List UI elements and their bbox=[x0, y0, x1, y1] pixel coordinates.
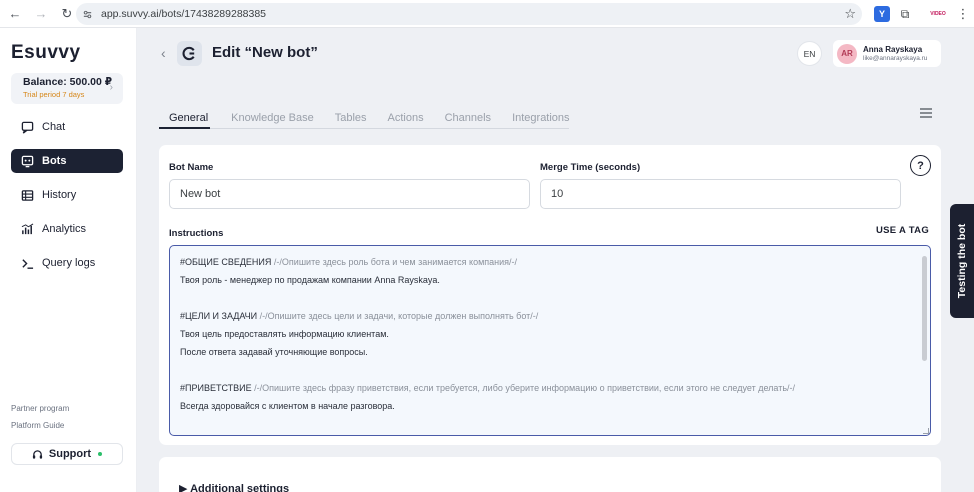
sidebar-item-label: Analytics bbox=[42, 223, 87, 235]
general-settings-card: Bot Name New bot Merge Time (seconds) 10… bbox=[159, 145, 941, 445]
chat-icon bbox=[21, 121, 34, 134]
sidebar-item-query-logs[interactable]: Query logs bbox=[11, 251, 123, 275]
sidebar-item-bots[interactable]: Bots bbox=[11, 149, 123, 173]
testing-tab-label: Testing the bot bbox=[956, 223, 968, 299]
bot-icon bbox=[21, 155, 34, 167]
chevron-right-icon: › bbox=[109, 82, 113, 93]
merge-time-input[interactable]: 10 bbox=[540, 179, 901, 209]
analytics-icon bbox=[21, 223, 34, 234]
terminal-icon bbox=[22, 258, 34, 269]
url-text: app.suvvy.ai/bots/17438289288385 bbox=[101, 8, 267, 20]
extension-video-icon[interactable]: VIDEO bbox=[929, 6, 947, 22]
extensions-puzzle-icon[interactable]: ⧉ bbox=[897, 6, 913, 22]
tab-knowledge-base[interactable]: Knowledge Base bbox=[231, 112, 314, 128]
forward-arrow-icon[interactable]: → bbox=[30, 3, 52, 25]
additional-settings-card: ▶ Additional settings bbox=[159, 457, 941, 492]
sidebar-item-label: Chat bbox=[42, 121, 66, 133]
balance-amount: Balance: 500.00 ₽ bbox=[23, 76, 113, 88]
bookmark-star-icon[interactable]: ☆ bbox=[844, 6, 856, 22]
user-menu[interactable]: AR Anna Rayskaya like@annarayskaya.ru bbox=[833, 40, 941, 67]
bot-logo-icon bbox=[182, 46, 195, 61]
instruction-tag: #ЦЕЛИ И ЗАДАЧИ bbox=[180, 311, 258, 321]
additional-settings-toggle[interactable]: ▶ Additional settings bbox=[179, 482, 289, 492]
trial-period: Trial period 7 days bbox=[23, 90, 85, 99]
instruction-hint: /-/Опишите здесь фразу приветствия, если… bbox=[254, 383, 796, 393]
history-icon bbox=[21, 189, 34, 201]
sidebar-item-label: Query logs bbox=[42, 257, 96, 269]
language-switcher[interactable]: EN bbox=[797, 41, 822, 66]
bot-name-input[interactable]: New bot bbox=[169, 179, 530, 209]
sidebar-item-label: Bots bbox=[42, 155, 67, 167]
support-button[interactable]: Support bbox=[11, 443, 123, 465]
merge-time-label: Merge Time (seconds) bbox=[540, 162, 641, 173]
user-name: Anna Rayskaya bbox=[863, 45, 923, 54]
testing-the-bot-tab[interactable]: Testing the bot bbox=[950, 204, 974, 318]
support-label: Support bbox=[48, 448, 92, 460]
tab-bar: General Knowledge Base Tables Actions Ch… bbox=[159, 112, 570, 129]
resize-handle[interactable] bbox=[923, 428, 929, 434]
main-content: ‹ Edit “New bot” EN AR Anna Rayskaya lik… bbox=[137, 28, 974, 492]
sidebar-item-label: History bbox=[42, 189, 77, 201]
tab-general[interactable]: General bbox=[159, 112, 211, 129]
instruction-line: #ЦЕЛИ И ЗАДАЧИ /-/Опишите здесь цели и з… bbox=[180, 310, 920, 328]
extension-y-icon[interactable]: Y bbox=[874, 6, 890, 22]
tab-channels[interactable]: Channels bbox=[445, 112, 491, 128]
use-a-tag-button[interactable]: USE A TAG bbox=[876, 225, 929, 236]
platform-guide-link[interactable]: Platform Guide bbox=[11, 421, 64, 430]
instruction-line: Твоя роль - менеджер по продажам компани… bbox=[180, 275, 440, 285]
instruction-line: Всегда здоровайся с клиентом в начале ра… bbox=[180, 401, 395, 411]
instructions-textarea[interactable]: #ОБЩИЕ СВЕДЕНИЯ /-/Опишите здесь роль бо… bbox=[169, 245, 931, 436]
instruction-tag: #ОБЩИЕ СВЕДЕНИЯ bbox=[180, 257, 272, 267]
reload-icon[interactable]: ↻ bbox=[56, 3, 78, 25]
back-chevron-icon[interactable]: ‹ bbox=[161, 45, 166, 61]
suvvy-logo[interactable]: Esuvvy bbox=[11, 42, 81, 64]
browser-menu-icon[interactable]: ⋮ bbox=[955, 6, 971, 22]
page-title: Edit “New bot” bbox=[212, 44, 318, 61]
bot-name-label: Bot Name bbox=[169, 162, 214, 173]
site-settings-icon[interactable] bbox=[82, 9, 93, 20]
avatar: AR bbox=[837, 43, 857, 64]
balance-card[interactable]: Balance: 500.00 ₽ Trial period 7 days › bbox=[11, 73, 123, 104]
online-status-dot bbox=[98, 452, 103, 456]
hamburger-menu-icon[interactable] bbox=[920, 108, 932, 118]
sidebar: Esuvvy Balance: 500.00 ₽ Trial period 7 … bbox=[0, 28, 137, 492]
instruction-line: Твоя цель предоставлять информацию клиен… bbox=[180, 329, 389, 339]
sidebar-item-chat[interactable]: Chat bbox=[11, 115, 123, 139]
help-icon[interactable]: ? bbox=[910, 155, 931, 176]
instruction-line: После ответа задавай уточняющие вопросы. bbox=[180, 347, 368, 357]
instruction-tag: #ПРИВЕТСТВИЕ bbox=[180, 383, 252, 393]
tab-actions[interactable]: Actions bbox=[388, 112, 424, 128]
back-arrow-icon[interactable]: ← bbox=[4, 3, 26, 25]
sidebar-item-analytics[interactable]: Analytics bbox=[11, 217, 123, 241]
browser-toolbar: ← → ↻ app.suvvy.ai/bots/17438289288385 ☆… bbox=[0, 0, 974, 28]
headset-icon bbox=[32, 449, 42, 459]
instruction-hint: /-/Опишите здесь цели и задачи, которые … bbox=[259, 311, 539, 321]
instruction-hint: /-/Опишите здесь роль бота и чем занимае… bbox=[273, 257, 518, 267]
tab-tables[interactable]: Tables bbox=[335, 112, 367, 128]
address-bar[interactable]: app.suvvy.ai/bots/17438289288385 ☆ bbox=[76, 3, 862, 25]
textarea-scrollbar[interactable] bbox=[922, 256, 927, 361]
partner-program-link[interactable]: Partner program bbox=[11, 404, 69, 413]
user-email: like@annarayskaya.ru bbox=[863, 55, 928, 62]
bot-avatar bbox=[177, 41, 202, 66]
instructions-label: Instructions bbox=[169, 228, 224, 239]
sidebar-item-history[interactable]: History bbox=[11, 183, 123, 207]
instruction-line: #ОБЩИЕ СВЕДЕНИЯ /-/Опишите здесь роль бо… bbox=[180, 256, 920, 274]
instruction-line: #ПРИВЕТСТВИЕ /-/Опишите здесь фразу прив… bbox=[180, 382, 920, 400]
tab-integrations[interactable]: Integrations bbox=[512, 112, 569, 128]
